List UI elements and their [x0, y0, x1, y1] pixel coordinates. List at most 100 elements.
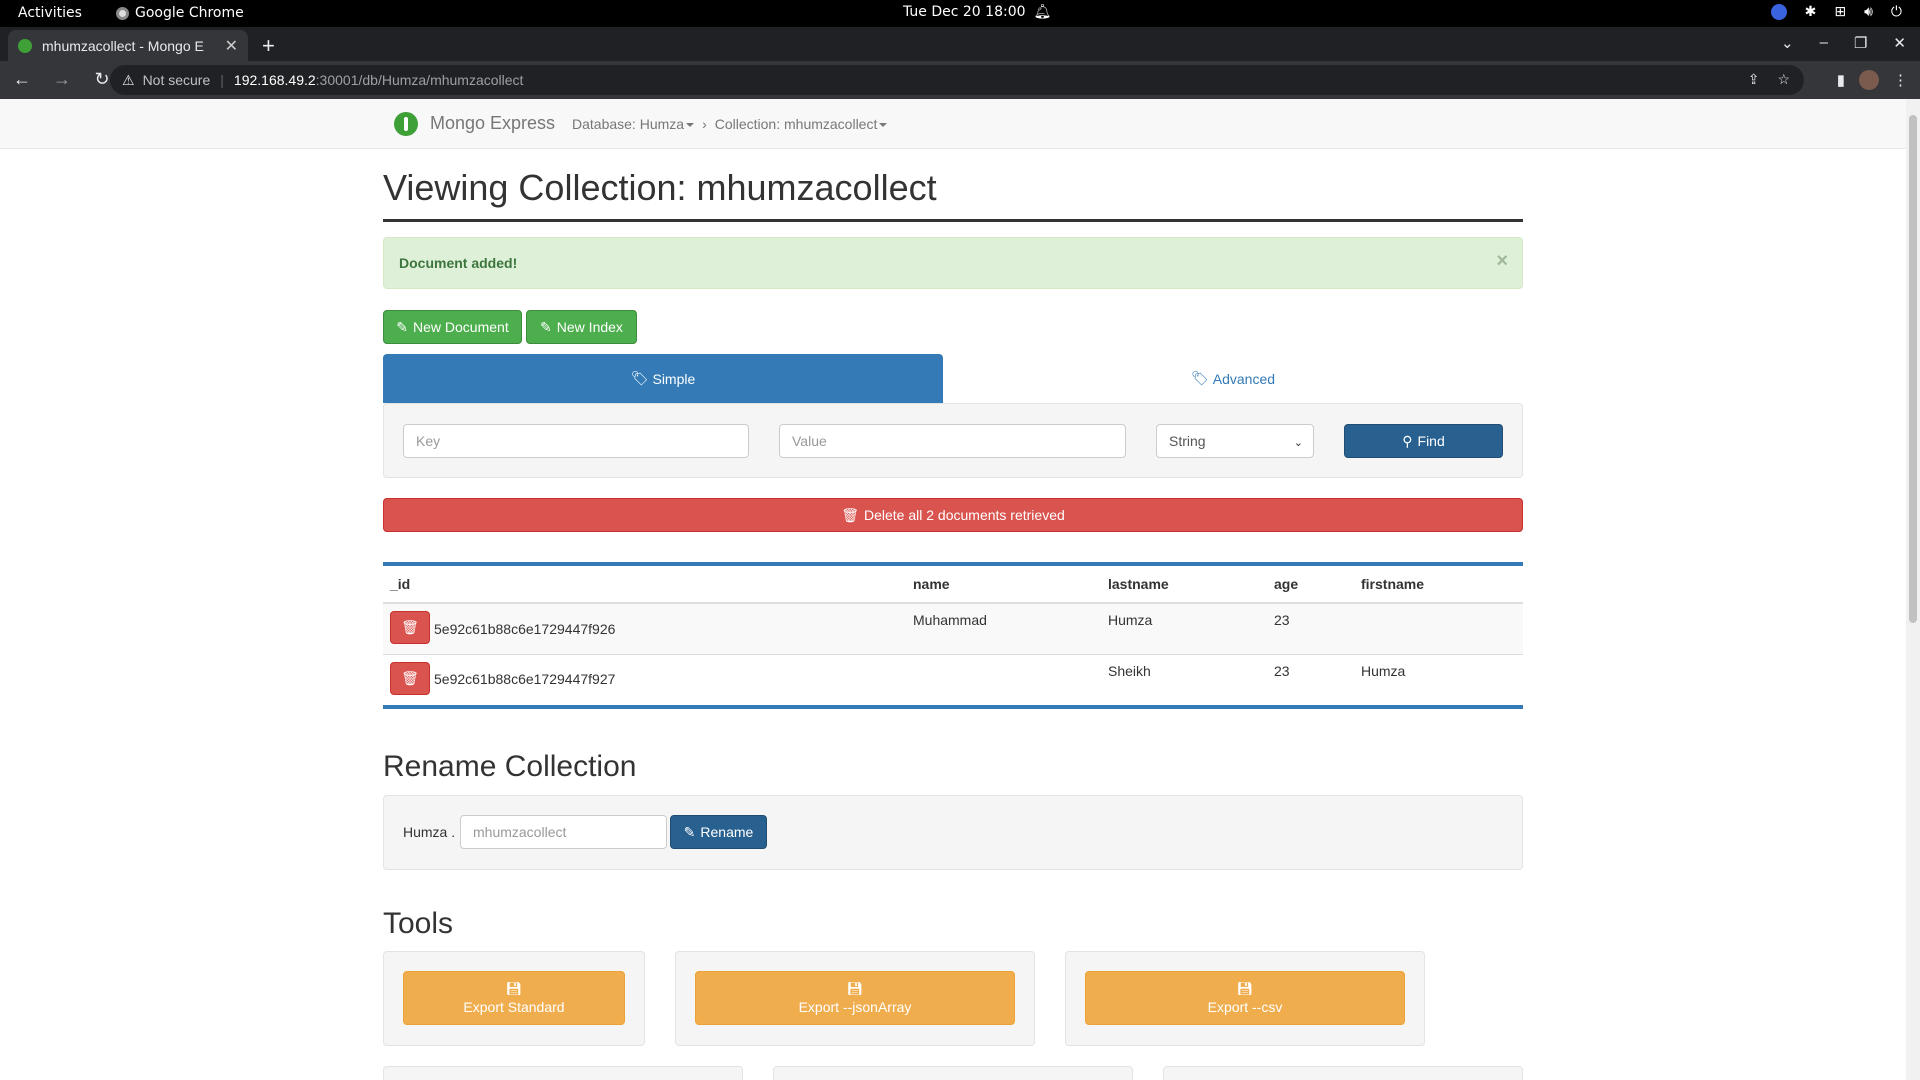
window-controls: ⌄ – ❐ ✕: [1781, 34, 1906, 52]
share-icon[interactable]: ⇪: [1748, 71, 1760, 88]
clock-text: Tue Dec 20 18:00: [903, 4, 1026, 20]
floppy-disk-icon: 💾︎: [846, 981, 864, 996]
tools-heading: Tools: [383, 907, 454, 940]
page-scrollbar[interactable]: [1906, 99, 1920, 1080]
clock[interactable]: Tue Dec 20 18:00 🔔︎: [903, 4, 1051, 20]
reload-icon[interactable]: ↻: [92, 69, 112, 90]
tools-panel-row2: [1163, 1066, 1523, 1080]
column-header-id[interactable]: _id: [383, 566, 906, 604]
chevron-down-icon: ⌄: [1293, 437, 1303, 449]
close-window-icon[interactable]: ✕: [1893, 34, 1906, 52]
menu-kebab-icon[interactable]: ⋮: [1893, 71, 1908, 89]
documents-table: _id name lastname age firstname 🗑︎ 5e92c6…: [383, 562, 1523, 709]
document-id-link[interactable]: 5e92c61b88c6e1729447f927: [434, 671, 615, 687]
export-jsonarray-button[interactable]: 💾︎ Export --jsonArray: [695, 971, 1015, 1025]
tab-search-icon[interactable]: ⌄: [1781, 34, 1794, 52]
pencil-icon: ✎: [540, 318, 552, 335]
delete-all-button[interactable]: 🗑︎ Delete all 2 documents retrieved: [383, 498, 1523, 532]
column-header-firstname[interactable]: firstname: [1354, 566, 1523, 604]
trash-icon: 🗑︎: [401, 619, 419, 635]
rename-input[interactable]: [460, 815, 667, 849]
export-standard-button[interactable]: 💾︎ Export Standard: [403, 971, 625, 1025]
column-header-age[interactable]: age: [1267, 566, 1354, 604]
caret-down-icon: [686, 123, 695, 128]
side-panel-icon[interactable]: ▮: [1837, 71, 1845, 89]
success-alert: Document added! ×: [383, 237, 1523, 289]
column-header-lastname[interactable]: lastname: [1101, 566, 1267, 604]
activities-button[interactable]: Activities: [18, 5, 82, 21]
delete-document-button[interactable]: 🗑︎: [390, 611, 430, 644]
collection-dropdown[interactable]: Collection: mhumzacollect: [715, 116, 888, 132]
profile-avatar[interactable]: [1859, 70, 1879, 90]
tag-icon: 🏷︎: [630, 370, 649, 386]
database-dropdown[interactable]: Database: Humza: [572, 116, 695, 132]
minimize-icon[interactable]: –: [1820, 34, 1828, 52]
chevron-right-icon: ›: [702, 116, 707, 132]
tab-advanced-label: Advanced: [1212, 370, 1276, 387]
new-document-button[interactable]: ✎ New Document: [383, 310, 522, 344]
volume-icon: 🔊︎: [1864, 4, 1873, 20]
maximize-icon[interactable]: ❐: [1854, 34, 1867, 52]
key-input[interactable]: [403, 424, 749, 458]
chrome-icon: [116, 6, 129, 20]
tab-simple[interactable]: 🏷︎ Simple: [383, 354, 943, 403]
floppy-disk-icon: 💾︎: [1236, 981, 1254, 996]
url-separator: |: [220, 72, 224, 88]
firstname-cell: Humza: [1354, 653, 1523, 705]
column-header-name[interactable]: name: [906, 566, 1101, 604]
mongo-express-navbar: Mongo Express Database: Humza › Collecti…: [0, 99, 1906, 149]
id-cell: 🗑︎ 5e92c61b88c6e1729447f926: [383, 602, 906, 654]
find-button[interactable]: ⚲ Find: [1344, 424, 1503, 458]
tab-title: mhumzacollect - Mongo E: [42, 37, 204, 54]
new-index-button[interactable]: ✎ New Index: [526, 310, 637, 344]
brand-link[interactable]: Mongo Express: [430, 113, 555, 134]
os-top-bar: Activities Google Chrome Tue Dec 20 18:0…: [0, 0, 1920, 27]
table-header-row: _id name lastname age firstname: [383, 566, 1523, 604]
warning-icon[interactable]: ⚠: [122, 72, 135, 89]
trash-icon: 🗑︎: [841, 506, 859, 523]
table-bottom-border: [383, 705, 1523, 709]
browser-tab[interactable]: mhumzacollect - Mongo E ✕: [8, 30, 248, 61]
slack-icon: ✱: [1804, 4, 1817, 20]
tools-panel-row2: [383, 1066, 743, 1080]
export-jsonarray-panel: 💾︎ Export --jsonArray: [675, 951, 1035, 1046]
security-label[interactable]: Not secure: [143, 72, 211, 88]
back-icon[interactable]: ←: [12, 69, 32, 90]
app-name: Google Chrome: [135, 5, 244, 21]
close-alert-icon[interactable]: ×: [1496, 250, 1508, 273]
mongo-leaf-icon[interactable]: [394, 112, 418, 136]
forward-icon[interactable]: →: [52, 69, 72, 90]
nav-buttons: ← → ↻: [12, 69, 112, 90]
url-host: 192.168.49.2: [233, 72, 316, 88]
address-bar: ← → ↻ ⚠ Not secure | 192.168.49.2 :30001…: [0, 61, 1920, 99]
bell-icon: 🔔︎: [1033, 4, 1052, 20]
url-field[interactable]: ⚠ Not secure | 192.168.49.2 :30001/db/Hu…: [110, 65, 1804, 95]
app-menu[interactable]: Google Chrome: [116, 5, 244, 21]
rename-panel: Humza . ✎ Rename: [383, 795, 1523, 870]
scrollbar-thumb[interactable]: [1909, 115, 1917, 623]
delete-document-button[interactable]: 🗑︎: [390, 661, 430, 695]
bookmark-star-icon[interactable]: ☆: [1777, 71, 1790, 88]
close-tab-icon[interactable]: ✕: [225, 36, 238, 56]
new-tab-button[interactable]: +: [262, 33, 275, 59]
document-id-link[interactable]: 5e92c61b88c6e1729447f926: [434, 621, 615, 637]
value-input[interactable]: [779, 424, 1126, 458]
table-row[interactable]: 🗑︎ 5e92c61b88c6e1729447f926 Muhammad Humz…: [383, 602, 1523, 654]
export-standard-label: Export Standard: [463, 999, 565, 1015]
network-icon: ⊞: [1834, 4, 1847, 20]
system-tray[interactable]: ✱ ⊞ 🔊︎ ⏻: [1770, 4, 1902, 20]
rename-button[interactable]: ✎ Rename: [670, 815, 767, 849]
page-viewport: Mongo Express Database: Humza › Collecti…: [0, 99, 1906, 1080]
pencil-icon: ✎: [683, 823, 696, 840]
tab-simple-label: Simple: [652, 370, 696, 387]
export-csv-panel: 💾︎ Export --csv: [1065, 951, 1425, 1046]
tab-advanced[interactable]: 🏷︎ Advanced: [943, 354, 1523, 403]
type-select[interactable]: String ⌄: [1156, 424, 1314, 458]
lastname-cell: Sheikh: [1101, 653, 1267, 705]
zoom-icon: [1770, 4, 1787, 20]
name-cell: Muhammad: [906, 602, 1101, 654]
table-row[interactable]: 🗑︎ 5e92c61b88c6e1729447f927 Sheikh 23 Hum…: [383, 653, 1523, 705]
export-standard-panel: 💾︎ Export Standard: [383, 951, 645, 1046]
simple-query-panel: String ⌄ ⚲ Find: [383, 403, 1523, 478]
export-csv-button[interactable]: 💾︎ Export --csv: [1085, 971, 1405, 1025]
